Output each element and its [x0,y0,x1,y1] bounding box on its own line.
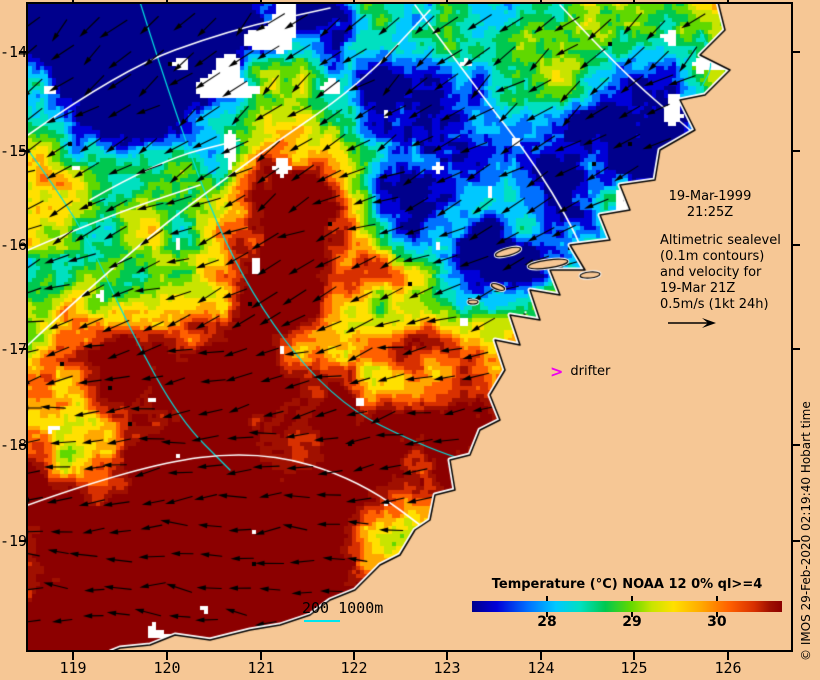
colorbar-tick-top [546,596,549,601]
lon-tick-top [633,0,635,2]
colorbar-tick-label: 30 [707,614,727,630]
colorbar-tick-top [715,596,718,601]
lon-axis-label: 125 [620,659,648,677]
lon-tick-top [166,0,168,2]
altimetry-note: Altimetric sealevel (0.1m contours) and … [660,233,781,313]
timestamp-time: 21:25Z [686,205,734,220]
lon-tick-top [72,0,74,2]
drifter-annotation: > drifter [550,364,610,382]
lat-axis-label: -19 [0,532,28,550]
lon-tick-top [260,0,262,2]
lat-tick-right [793,244,800,246]
lat-axis-label: -15 [0,142,28,160]
colorbar-tick-top [630,596,633,601]
lon-axis-label: 122 [340,659,368,677]
altimetry-note-line: 0.5m/s (1kt 24h) [660,297,769,312]
lat-axis-label: -18 [0,436,28,454]
colorbar-tick-label: 28 [537,614,557,630]
lon-tick-top [353,0,355,2]
lat-tick-right [793,51,800,53]
lat-axis-label: -17 [0,340,28,358]
altimetry-note-line: (0.1m contours) [660,249,765,264]
lat-axis-label: -16 [0,236,28,254]
copyright-text: © IMOS 29-Feb-2020 02:19:40 Hobart time [799,401,813,661]
lon-axis-label: 121 [247,659,275,677]
depth-contour-line-sample [304,620,340,622]
drifter-marker-icon: > [550,362,564,381]
colorbar-title: Temperature (°C) NOAA 12 0% ql>=4 [491,577,763,592]
lon-tick-top [727,0,729,2]
lon-tick-top [540,0,542,2]
lon-axis-label: 123 [433,659,461,677]
altimetry-note-line: 19-Mar 21Z [660,281,736,296]
velocity-scale-arrow-icon [668,318,716,328]
altimetry-note-line: and velocity for [660,265,762,280]
depth-contour-legend: 200 1000m [302,599,384,617]
colorbar-gradient [472,601,782,612]
colorbar-tick-label: 29 [622,614,642,630]
drifter-label: drifter [570,364,611,379]
lon-axis-label: 120 [153,659,181,677]
lon-axis-label: 119 [59,659,87,677]
lon-tick-top [446,0,448,2]
lon-axis-label: 126 [714,659,742,677]
sst-map-page: { "timestamp": { "date": "19-Mar-1999", … [0,0,820,680]
lon-axis-label: 124 [527,659,555,677]
lat-axis-label: -14 [0,43,28,61]
timestamp-label: 19-Mar-1999 21:25Z [656,189,764,221]
timestamp-date: 19-Mar-1999 [668,189,752,204]
lat-tick-right [793,150,800,152]
altimetry-note-line: Altimetric sealevel [660,233,781,248]
lat-tick-right [793,348,800,350]
